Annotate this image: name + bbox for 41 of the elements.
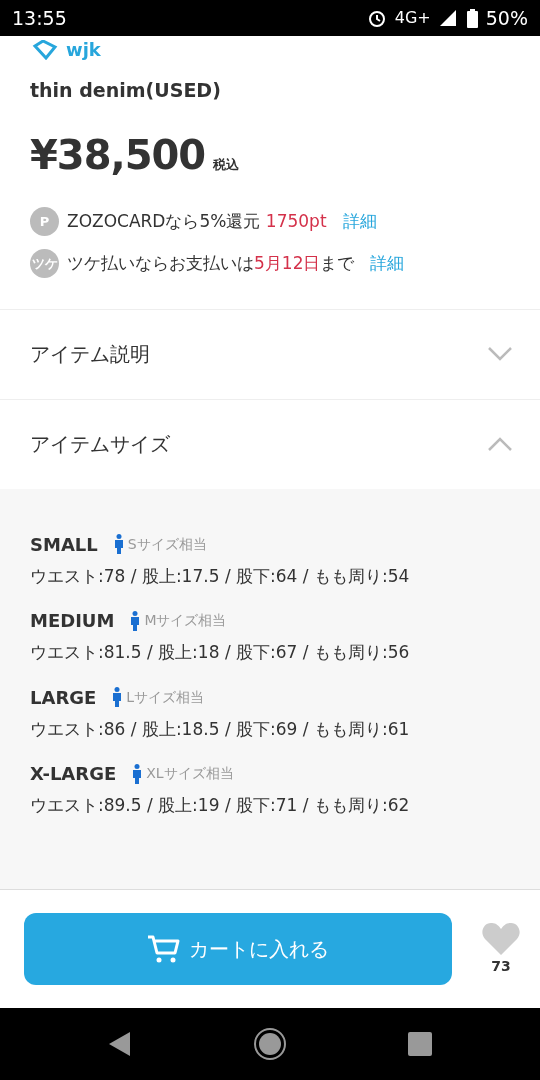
chevron-up-icon: [488, 437, 512, 451]
price: ¥38,500: [30, 130, 206, 180]
back-icon[interactable]: [108, 1031, 133, 1057]
details-link[interactable]: 詳細: [370, 250, 405, 277]
person-icon: [113, 534, 124, 554]
home-icon[interactable]: [253, 1027, 287, 1061]
person-icon: [132, 763, 143, 784]
offer-text: ZOZOCARDなら5%還元 1750pt: [67, 209, 327, 233]
signal-icon: [438, 9, 459, 27]
battery-icon: [466, 8, 478, 28]
battery-level: 50%: [485, 5, 528, 31]
size-measurements: ウエスト:89.5 / 股上:19 / 股下:71 / もも周り:62: [30, 794, 411, 817]
size-equivalent: XLサイズ相当: [146, 764, 234, 783]
size-name: MEDIUM: [30, 609, 115, 633]
details-link[interactable]: 詳細: [342, 208, 377, 235]
network-type: 4G+: [394, 7, 431, 29]
cart-icon: [147, 934, 181, 964]
brand-link[interactable]: wjk: [66, 40, 101, 60]
recents-icon[interactable]: [407, 1032, 432, 1056]
person-icon: [130, 610, 141, 631]
person-icon: [112, 687, 123, 707]
size-equivalent: Lサイズ相当: [126, 687, 205, 707]
item-title: thin denim(USED): [29, 78, 222, 103]
size-name: SMALL: [30, 532, 98, 557]
size-name: LARGE: [30, 685, 97, 710]
size-measurements: ウエスト:86 / 股上:18.5 / 股下:69 / もも周り:61: [30, 717, 411, 741]
size-equivalent: Sサイズ相当: [127, 534, 207, 554]
alarm-icon: [366, 8, 387, 28]
status-time: 13:55: [12, 5, 67, 31]
favorite-count: 73: [491, 956, 511, 976]
tag-icon: [32, 40, 58, 60]
size-name: X-LARGE: [30, 762, 117, 786]
tax-note: 税込: [213, 156, 240, 174]
size-measurements: ウエスト:81.5 / 股上:18 / 股下:67 / もも周り:56: [30, 641, 411, 664]
badge-icon: ツケ: [30, 249, 59, 278]
size-equivalent: Mサイズ相当: [144, 611, 227, 630]
offer-text: ツケ払いならお支払いは5月12日 まで: [67, 251, 355, 275]
add-to-cart-button[interactable]: カートに入れる: [24, 913, 452, 985]
size-measurements: ウエスト:78 / 股上:17.5 / 股下:64 / もも周り:54: [30, 564, 411, 588]
chevron-down-icon: [488, 347, 512, 361]
badge-icon: P: [30, 207, 59, 236]
